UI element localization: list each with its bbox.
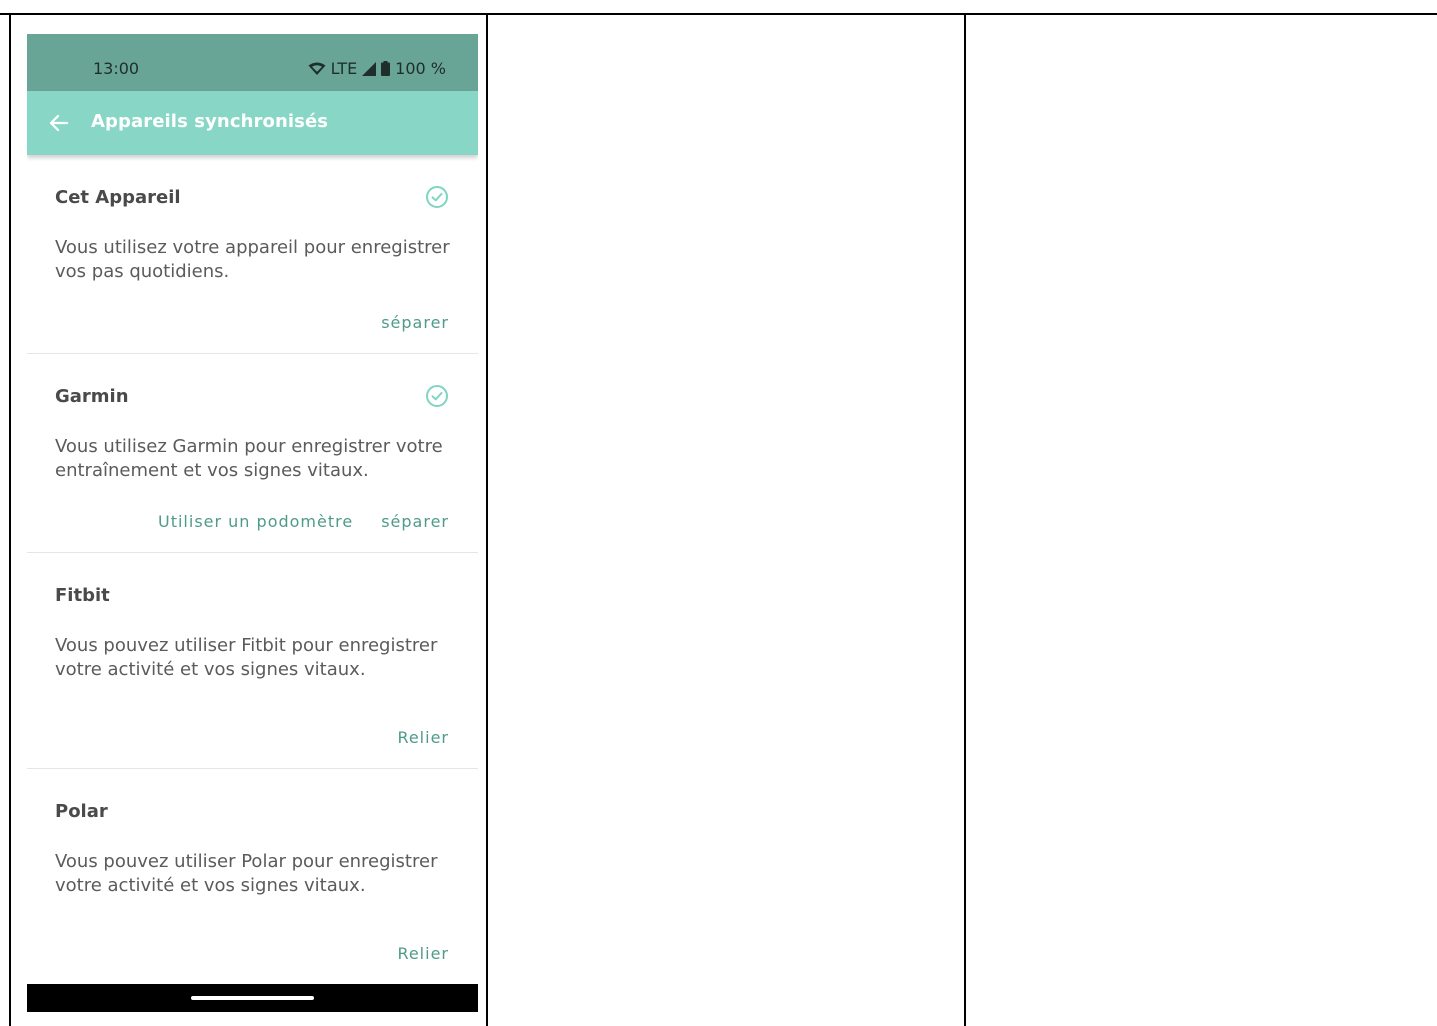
link-button[interactable]: Relier — [397, 944, 449, 963]
device-description: Vous pouvez utiliser Polar pour enregist… — [55, 851, 438, 896]
arrow-left-icon[interactable] — [47, 111, 71, 135]
battery-icon — [381, 61, 391, 76]
frame-divider — [964, 13, 966, 1026]
device-name: Polar — [55, 801, 108, 822]
check-circle-icon — [425, 384, 449, 408]
frame-border-left — [9, 13, 11, 1026]
device-description: Vous utilisez votre appareil pour enregi… — [55, 237, 450, 282]
screenshot-frame: 13:00 LTE 100 % Appareils synchronisés C… — [0, 0, 1437, 1026]
device-actions: Relier — [397, 728, 449, 747]
page-title: Appareils synchronisés — [91, 111, 329, 132]
check-circle-icon — [425, 185, 449, 209]
network-label: LTE — [330, 59, 358, 78]
frame-border-top — [0, 13, 1437, 15]
device-card-this-device: Cet Appareil Vous utilisez votre apparei… — [27, 155, 478, 354]
unlink-button[interactable]: séparer — [381, 512, 449, 531]
device-description: Vous pouvez utiliser Fitbit pour enregis… — [55, 635, 438, 680]
status-time: 13:00 — [93, 59, 140, 78]
device-description: Vous utilisez Garmin pour enregistrer vo… — [55, 436, 443, 481]
signal-icon — [362, 61, 377, 76]
system-nav-bar — [27, 984, 478, 1012]
frame-divider — [486, 13, 488, 1026]
device-card-garmin: Garmin Vous utilisez Garmin pour enregis… — [27, 354, 478, 553]
link-button[interactable]: Relier — [397, 728, 449, 747]
unlink-button[interactable]: séparer — [381, 313, 449, 332]
status-bar: 13:00 LTE 100 % — [27, 34, 478, 91]
device-name: Fitbit — [55, 585, 110, 606]
app-bar: Appareils synchronisés — [27, 91, 478, 155]
battery-level: 100 % — [395, 59, 446, 78]
device-card-fitbit: Fitbit Vous pouvez utiliser Fitbit pour … — [27, 553, 478, 769]
device-actions: Relier — [397, 944, 449, 963]
phone-screen: 13:00 LTE 100 % Appareils synchronisés C… — [27, 34, 478, 1012]
use-pedometer-button[interactable]: Utiliser un podomètre — [158, 512, 353, 531]
wifi-icon — [308, 62, 326, 76]
device-actions: Utiliser un podomètre séparer — [158, 512, 449, 531]
device-list: Cet Appareil Vous utilisez votre apparei… — [27, 155, 478, 984]
home-handle[interactable] — [191, 996, 314, 1000]
device-actions: séparer — [381, 313, 449, 332]
device-name: Garmin — [55, 386, 129, 407]
device-name: Cet Appareil — [55, 187, 181, 208]
status-indicators: LTE 100 % — [308, 59, 446, 78]
device-card-polar: Polar Vous pouvez utiliser Polar pour en… — [27, 769, 478, 984]
